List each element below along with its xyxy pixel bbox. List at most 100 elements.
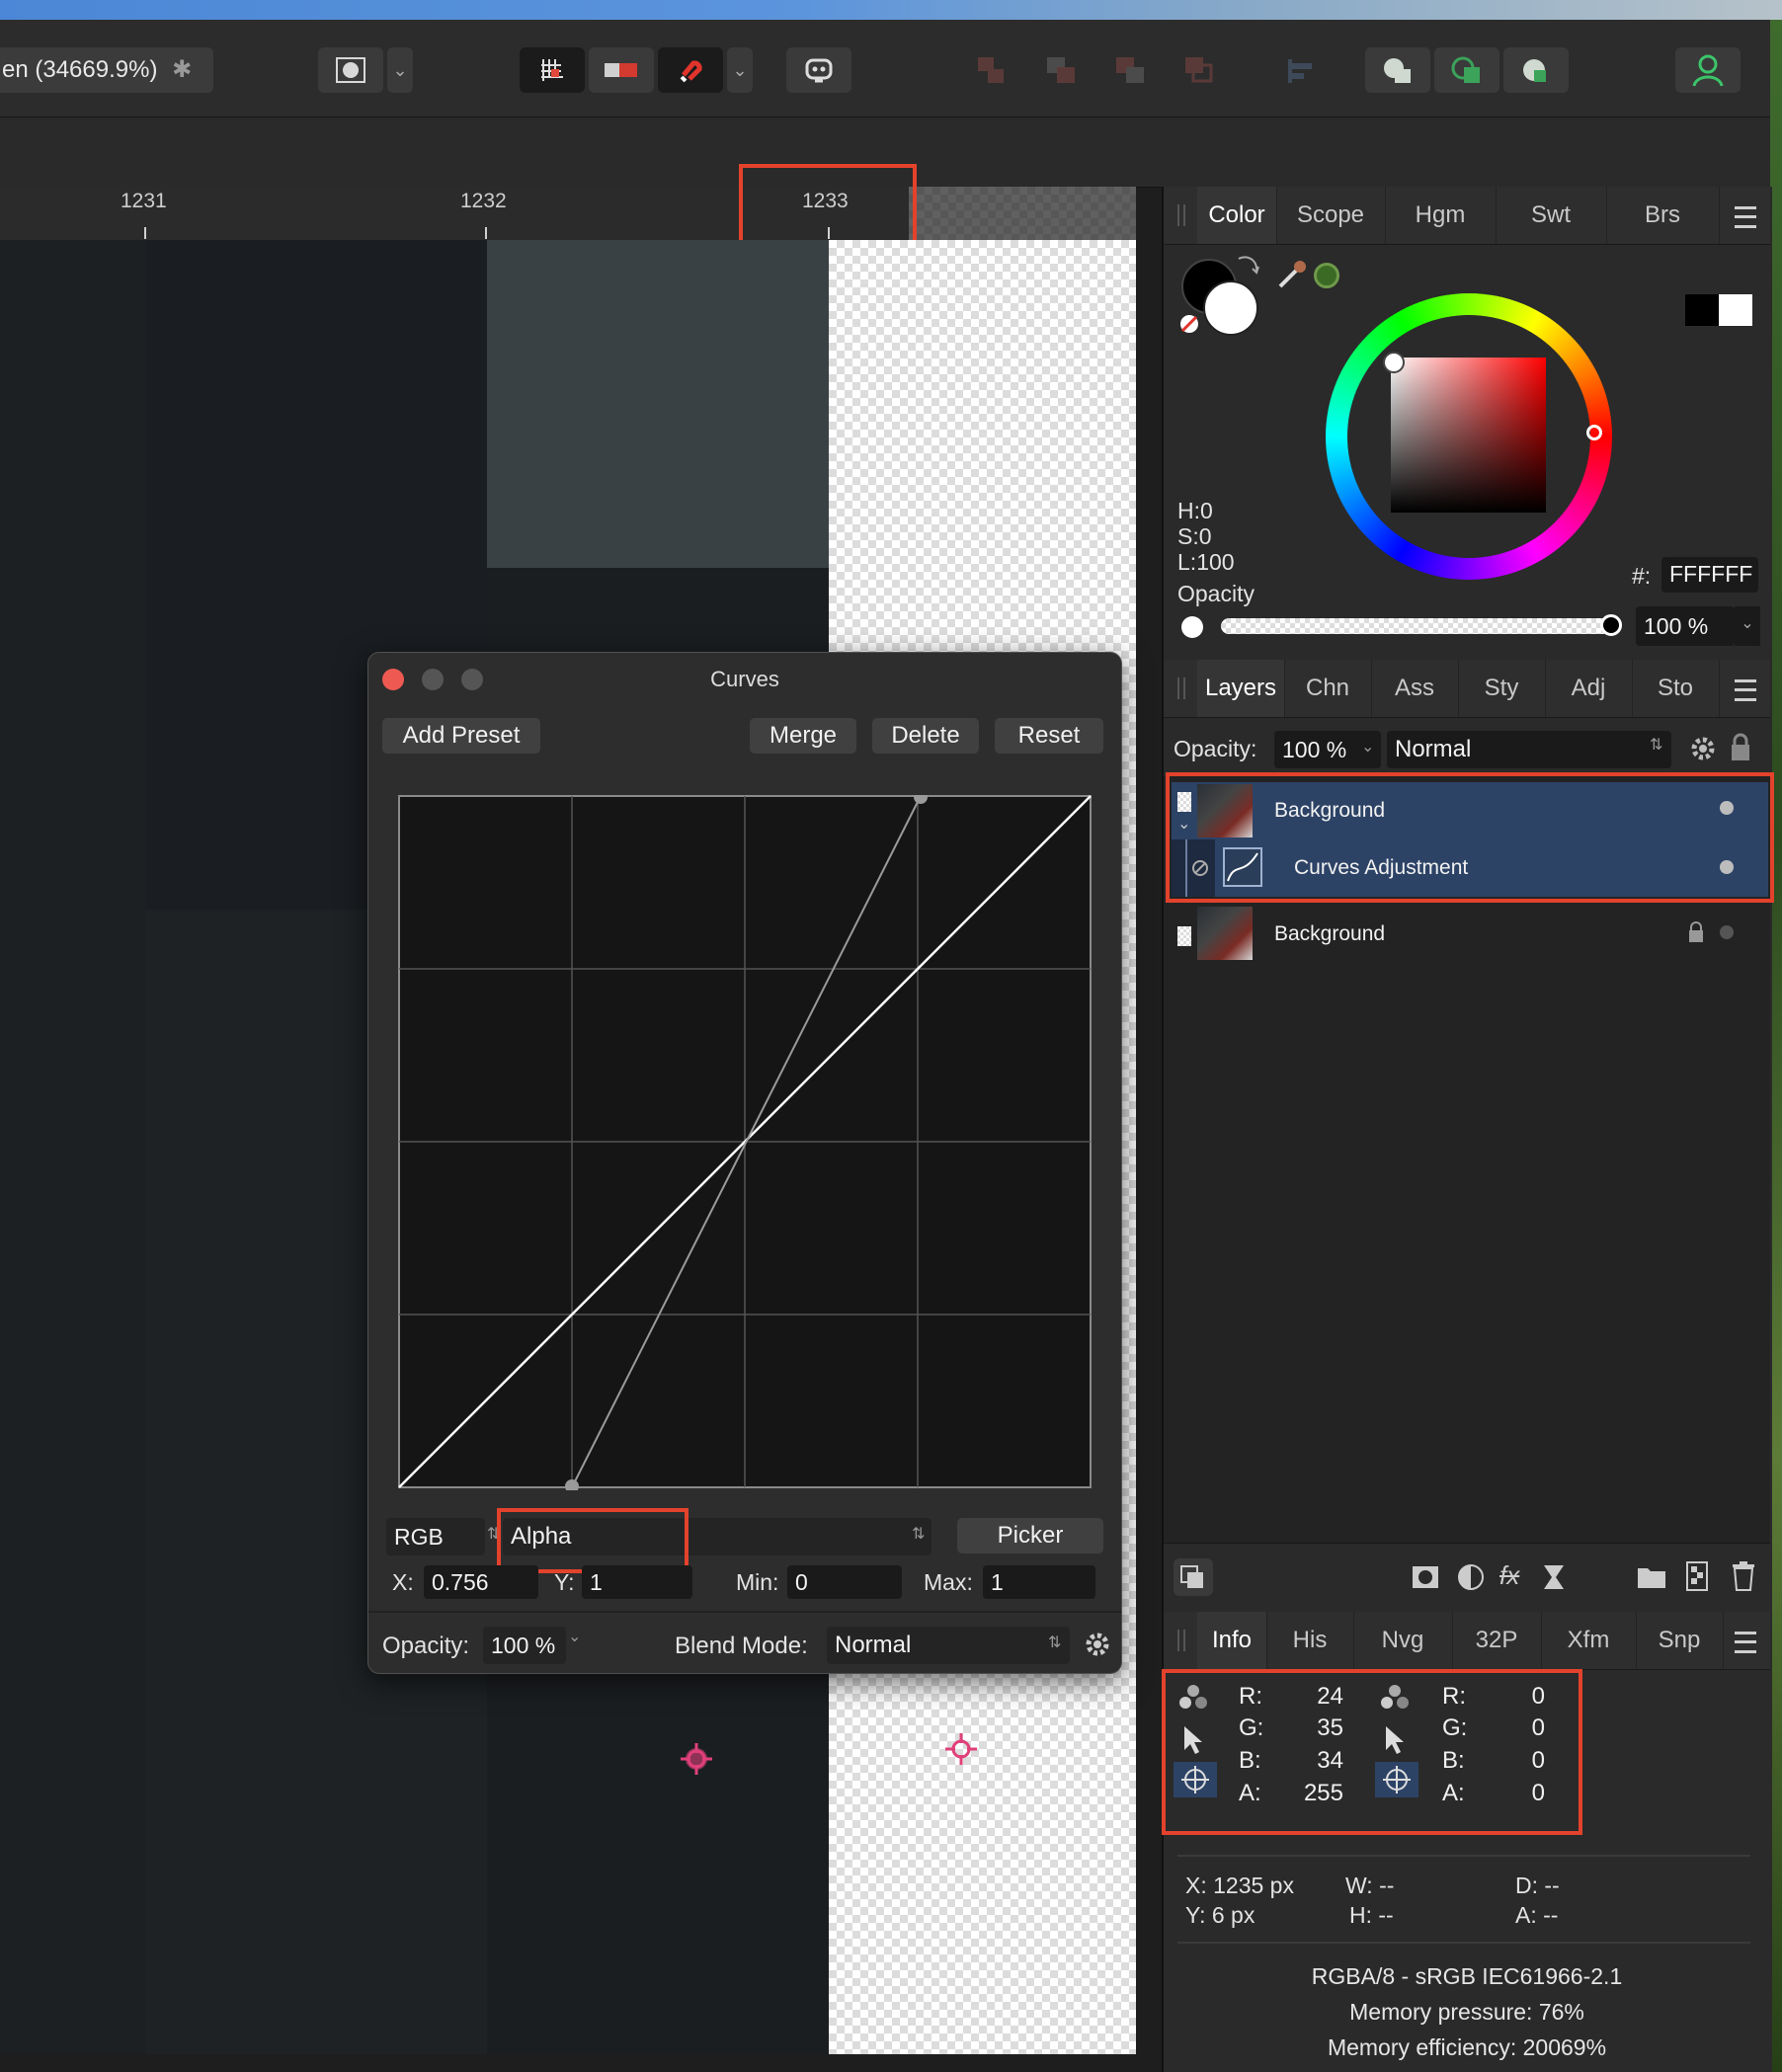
- tab-info[interactable]: Info: [1197, 1612, 1267, 1669]
- divider: [1177, 1855, 1750, 1857]
- memory-pressure: Memory pressure: 76%: [1349, 1999, 1584, 2025]
- black-swatch[interactable]: [1685, 294, 1719, 326]
- white-swatch[interactable]: [1719, 294, 1752, 326]
- layer-row-background-locked[interactable]: Background: [1172, 905, 1768, 962]
- add-mask-icon[interactable]: [1411, 1562, 1440, 1592]
- tab-layers[interactable]: Layers: [1197, 660, 1285, 717]
- quick-mask-button[interactable]: [318, 47, 383, 93]
- tab-snapping[interactable]: Snp: [1636, 1612, 1724, 1669]
- secondary-color-swatch[interactable]: [1203, 280, 1258, 336]
- add-pixel-layer-icon[interactable]: [1685, 1560, 1709, 1592]
- opacity-slider-track[interactable]: [1221, 618, 1610, 634]
- snapping-grid-button[interactable]: [520, 47, 585, 93]
- picker-button[interactable]: Picker: [957, 1518, 1103, 1554]
- dialog-blend-mode-select[interactable]: Normal: [827, 1627, 1070, 1664]
- boolean-intersect-button[interactable]: [1503, 47, 1569, 93]
- tab-assets[interactable]: Ass: [1371, 660, 1459, 717]
- panel-grip-icon[interactable]: [1177, 1630, 1185, 1651]
- blend-mode-select[interactable]: Normal: [1387, 731, 1671, 768]
- pixel-block: [487, 240, 829, 568]
- snapping-toggle-button[interactable]: [589, 47, 654, 93]
- assistant-button[interactable]: [786, 47, 851, 93]
- tab-32bit-preview[interactable]: 32P: [1452, 1612, 1542, 1669]
- picked-color-swatch[interactable]: [1314, 263, 1339, 288]
- memory-efficiency: Memory efficiency: 20069%: [1327, 2034, 1607, 2060]
- panel-menu-icon[interactable]: [1735, 206, 1756, 228]
- trash-icon[interactable]: [1731, 1560, 1756, 1592]
- channel-mode-select[interactable]: RGB: [386, 1518, 485, 1555]
- merge-button[interactable]: Merge: [750, 718, 856, 754]
- tab-stock[interactable]: Sto: [1632, 660, 1720, 717]
- delete-button[interactable]: Delete: [872, 718, 979, 754]
- tab-histogram[interactable]: Hgm: [1385, 187, 1497, 244]
- y-input[interactable]: 1: [582, 1565, 692, 1599]
- tab-scope[interactable]: Scope: [1276, 187, 1386, 244]
- lock-icon[interactable]: [1729, 733, 1752, 762]
- saturation-lightness-square[interactable]: [1391, 358, 1546, 513]
- mask-icon: [336, 57, 365, 83]
- panel-grip-icon[interactable]: [1177, 677, 1185, 699]
- layer-options-button[interactable]: [1174, 1558, 1213, 1596]
- no-color-icon[interactable]: [1177, 312, 1201, 336]
- layer-visibility-dot[interactable]: [1720, 925, 1734, 939]
- snapping-dropdown-button[interactable]: ⌄: [727, 47, 753, 93]
- hex-input[interactable]: FFFFFF: [1661, 557, 1758, 593]
- mask-dropdown-button[interactable]: ⌄: [387, 47, 413, 93]
- panel-menu-icon[interactable]: [1735, 679, 1756, 701]
- fx-icon[interactable]: fx: [1499, 1560, 1519, 1591]
- grid-snap-icon: [541, 59, 563, 81]
- opacity-slider-handle[interactable]: [1600, 614, 1622, 636]
- snapping-magnet-button[interactable]: [658, 47, 723, 93]
- color-sampler-crosshair-icon[interactable]: [944, 1732, 978, 1766]
- gear-icon[interactable]: [1689, 735, 1717, 762]
- add-preset-button[interactable]: Add Preset: [382, 718, 540, 754]
- lock-icon[interactable]: [1687, 920, 1705, 944]
- hue-handle[interactable]: [1586, 425, 1602, 440]
- panel-grip-icon[interactable]: [1177, 204, 1185, 226]
- boolean-subtract-button[interactable]: [1434, 47, 1499, 93]
- tab-history[interactable]: His: [1266, 1612, 1354, 1669]
- arrange-backward-icon[interactable]: [1045, 55, 1077, 87]
- curves-dialog[interactable]: Curves Add Preset Merge Delete Reset RGB…: [367, 652, 1122, 1674]
- dialog-opacity-input[interactable]: 100 %: [483, 1627, 566, 1664]
- selection-height: H: --: [1349, 1902, 1394, 1928]
- tab-swatches[interactable]: Swt: [1496, 187, 1607, 244]
- min-input[interactable]: 0: [787, 1565, 902, 1599]
- tab-color[interactable]: Color: [1197, 187, 1277, 244]
- color-sampler-crosshair-icon[interactable]: [680, 1742, 713, 1776]
- swap-colors-icon[interactable]: [1233, 251, 1262, 280]
- add-adjustment-icon[interactable]: [1456, 1562, 1486, 1592]
- tab-navigator[interactable]: Nvg: [1353, 1612, 1453, 1669]
- divider: [1177, 1942, 1750, 1944]
- chevron-down-icon[interactable]: ⌄: [568, 1627, 581, 1646]
- arrange-forward-icon[interactable]: [1114, 55, 1146, 87]
- live-filter-icon[interactable]: [1541, 1562, 1567, 1592]
- gear-icon[interactable]: [1084, 1631, 1111, 1658]
- layer-opacity-dropdown[interactable]: ⌄: [1361, 731, 1383, 768]
- tab-brushes[interactable]: Brs: [1606, 187, 1720, 244]
- color-picker-icon[interactable]: [1274, 257, 1310, 292]
- boolean-add-button[interactable]: [1365, 47, 1430, 93]
- tab-channels[interactable]: Chn: [1284, 660, 1372, 717]
- folder-icon[interactable]: [1636, 1562, 1667, 1590]
- opacity-label: Opacity: [1177, 581, 1255, 606]
- document-tab[interactable]: en (34669.9%) ✱: [0, 47, 213, 93]
- tab-styles[interactable]: Sty: [1458, 660, 1546, 717]
- panel-menu-icon[interactable]: [1735, 1632, 1756, 1653]
- opacity-input[interactable]: 100 %: [1636, 606, 1735, 646]
- opacity-dropdown[interactable]: ⌄: [1735, 606, 1760, 646]
- arrange-front-icon[interactable]: [1183, 55, 1215, 87]
- chevron-down-icon: ⌄: [1741, 615, 1754, 632]
- tab-transform[interactable]: Xfm: [1541, 1612, 1637, 1669]
- arrange-back-icon[interactable]: [976, 55, 1008, 87]
- x-input[interactable]: 0.756: [424, 1565, 538, 1599]
- tab-adjustments[interactable]: Adj: [1545, 660, 1633, 717]
- align-icon[interactable]: [1284, 55, 1316, 87]
- reset-button[interactable]: Reset: [995, 718, 1103, 754]
- ruler-transparent-region: [909, 187, 1136, 240]
- max-input[interactable]: 1: [983, 1565, 1095, 1599]
- account-button[interactable]: [1675, 47, 1741, 93]
- blend-mode-label: Blend Mode:: [675, 1633, 808, 1659]
- curves-graph[interactable]: [398, 795, 1094, 1490]
- sl-handle[interactable]: [1383, 352, 1405, 373]
